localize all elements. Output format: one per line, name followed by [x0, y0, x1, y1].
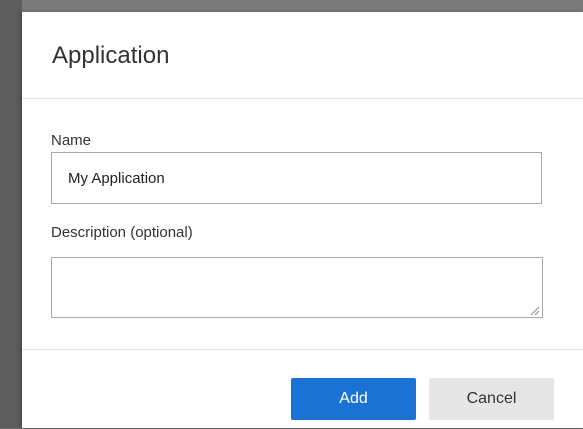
cancel-button[interactable]: Cancel	[429, 378, 554, 420]
application-dialog: Application Name Description (optional) …	[22, 12, 583, 428]
modal-overlay	[0, 0, 22, 428]
name-input[interactable]	[51, 152, 542, 204]
description-textarea[interactable]	[51, 257, 543, 318]
dialog-header: Application	[22, 12, 583, 99]
resize-grip-icon[interactable]	[528, 304, 540, 316]
add-button[interactable]: Add	[291, 378, 416, 420]
background-page	[0, 0, 583, 12]
name-label: Name	[51, 132, 92, 149]
dialog-title: Application	[52, 42, 170, 69]
dialog-footer: Add Cancel	[22, 349, 583, 429]
description-label: Description (optional)	[51, 224, 193, 241]
